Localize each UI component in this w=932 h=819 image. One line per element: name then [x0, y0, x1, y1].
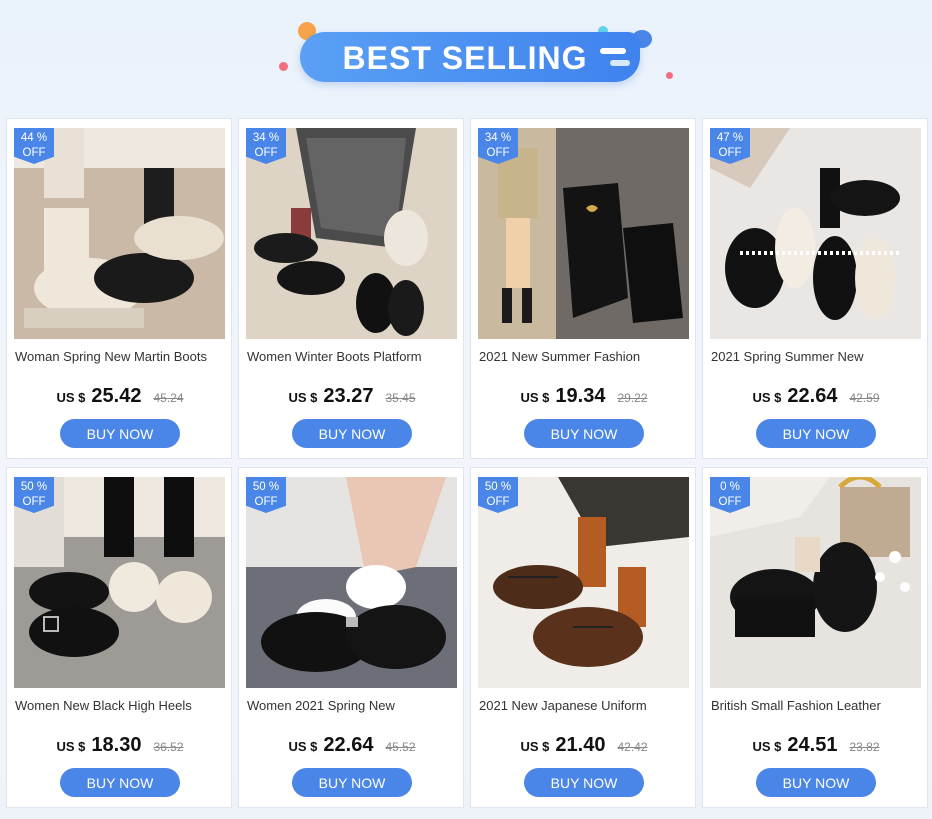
- price-row: US $ 25.42 45.24: [7, 385, 233, 408]
- sale-price: 25.42: [91, 385, 142, 407]
- discount-percent: 34 %: [252, 132, 280, 144]
- sale-price: 24.51: [787, 734, 838, 756]
- price-row: US $ 18.30 36.52: [7, 734, 233, 757]
- price-row: US $ 19.34 29.22: [471, 385, 697, 408]
- discount-percent: 50 %: [252, 481, 280, 493]
- discount-off-label: OFF: [254, 147, 278, 159]
- original-price: 23.82: [849, 740, 880, 754]
- sale-price: 23.27: [323, 385, 374, 407]
- discount-off-label: OFF: [254, 496, 278, 508]
- buy-now-button[interactable]: BUY NOW: [756, 768, 876, 797]
- price-row: US $ 23.27 35.45: [239, 385, 465, 408]
- product-card[interactable]: 47 % OFF 2021 Spring Summer New US $ 22.64 42…: [702, 118, 928, 459]
- discount-badge: 50 % OFF: [14, 477, 54, 513]
- product-title[interactable]: Women Winter Boots Platform: [247, 349, 459, 364]
- original-price: 45.24: [153, 391, 184, 405]
- discount-off-label: OFF: [718, 496, 742, 508]
- product-card[interactable]: 50 % OFF Women New Black High Heels US $ 18.…: [6, 467, 232, 808]
- discount-badge: 50 % OFF: [478, 477, 518, 513]
- banner-title: BEST SELLING: [342, 40, 588, 76]
- price-row: US $ 24.51 23.82: [703, 734, 929, 757]
- discount-percent: 50 %: [484, 481, 512, 493]
- discount-badge: 34 % OFF: [478, 128, 518, 164]
- sale-price: 21.40: [555, 734, 606, 756]
- banner-dot-pink-right: [666, 72, 673, 79]
- discount-percent: 44 %: [20, 132, 48, 144]
- sale-price: 22.64: [787, 385, 838, 407]
- discount-percent: 0 %: [720, 481, 740, 493]
- discount-badge: 0 % OFF: [710, 477, 750, 513]
- currency-label: US $: [752, 739, 782, 754]
- discount-off-label: OFF: [486, 147, 510, 159]
- sale-price: 19.34: [555, 385, 606, 407]
- sale-price: 18.30: [91, 734, 142, 756]
- product-title[interactable]: Women 2021 Spring New: [247, 698, 459, 713]
- sale-price: 22.64: [323, 734, 374, 756]
- discount-off-label: OFF: [718, 147, 742, 159]
- product-title[interactable]: 2021 New Summer Fashion: [479, 349, 691, 364]
- buy-now-button[interactable]: BUY NOW: [60, 768, 180, 797]
- product-card[interactable]: 34 % OFF 2021 New Summer Fashion US $ 19.34 2…: [470, 118, 696, 459]
- discount-percent: 34 %: [484, 132, 512, 144]
- original-price: 36.52: [153, 740, 184, 754]
- product-card[interactable]: 34 % OFF Women Winter Boots Platform US $ 23…: [238, 118, 464, 459]
- price-row: US $ 21.40 42.42: [471, 734, 697, 757]
- product-card[interactable]: 44 % OFF Woman Spring New Martin Boots US $…: [6, 118, 232, 459]
- currency-label: US $: [288, 390, 318, 405]
- original-price: 42.59: [849, 391, 880, 405]
- product-grid: 44 % OFF Woman Spring New Martin Boots US $…: [6, 118, 928, 808]
- discount-off-label: OFF: [22, 496, 46, 508]
- product-card[interactable]: 50 % OFF 2021 New Japanese Uniform US $ 21.4…: [470, 467, 696, 808]
- banner-dot-pink: [279, 62, 288, 71]
- currency-label: US $: [56, 390, 86, 405]
- product-card[interactable]: 50 % OFF Women 2021 Spring New US $ 22.64 45.…: [238, 467, 464, 808]
- discount-badge: 47 % OFF: [710, 128, 750, 164]
- product-title[interactable]: 2021 New Japanese Uniform: [479, 698, 691, 713]
- price-row: US $ 22.64 45.52: [239, 734, 465, 757]
- buy-now-button[interactable]: BUY NOW: [292, 419, 412, 448]
- currency-label: US $: [56, 739, 86, 754]
- buy-now-button[interactable]: BUY NOW: [524, 768, 644, 797]
- original-price: 42.42: [617, 740, 648, 754]
- product-title[interactable]: Women New Black High Heels: [15, 698, 227, 713]
- original-price: 45.52: [385, 740, 416, 754]
- banner-header: BEST SELLING: [0, 0, 932, 110]
- original-price: 35.45: [385, 391, 416, 405]
- buy-now-button[interactable]: BUY NOW: [292, 768, 412, 797]
- discount-badge: 44 % OFF: [14, 128, 54, 164]
- currency-label: US $: [288, 739, 318, 754]
- discount-badge: 50 % OFF: [246, 477, 286, 513]
- currency-label: US $: [520, 390, 550, 405]
- discount-percent: 47 %: [716, 132, 744, 144]
- discount-off-label: OFF: [22, 147, 46, 159]
- product-title[interactable]: British Small Fashion Leather: [711, 698, 923, 713]
- product-card[interactable]: 0 % OFF British Small Fashion Leather US $ 2…: [702, 467, 928, 808]
- buy-now-button[interactable]: BUY NOW: [756, 419, 876, 448]
- discount-percent: 50 %: [20, 481, 48, 493]
- product-title[interactable]: 2021 Spring Summer New: [711, 349, 923, 364]
- discount-off-label: OFF: [486, 496, 510, 508]
- product-title[interactable]: Woman Spring New Martin Boots: [15, 349, 227, 364]
- original-price: 29.22: [617, 391, 648, 405]
- buy-now-button[interactable]: BUY NOW: [60, 419, 180, 448]
- discount-badge: 34 % OFF: [246, 128, 286, 164]
- currency-label: US $: [520, 739, 550, 754]
- price-row: US $ 22.64 42.59: [703, 385, 929, 408]
- buy-now-button[interactable]: BUY NOW: [524, 419, 644, 448]
- currency-label: US $: [752, 390, 782, 405]
